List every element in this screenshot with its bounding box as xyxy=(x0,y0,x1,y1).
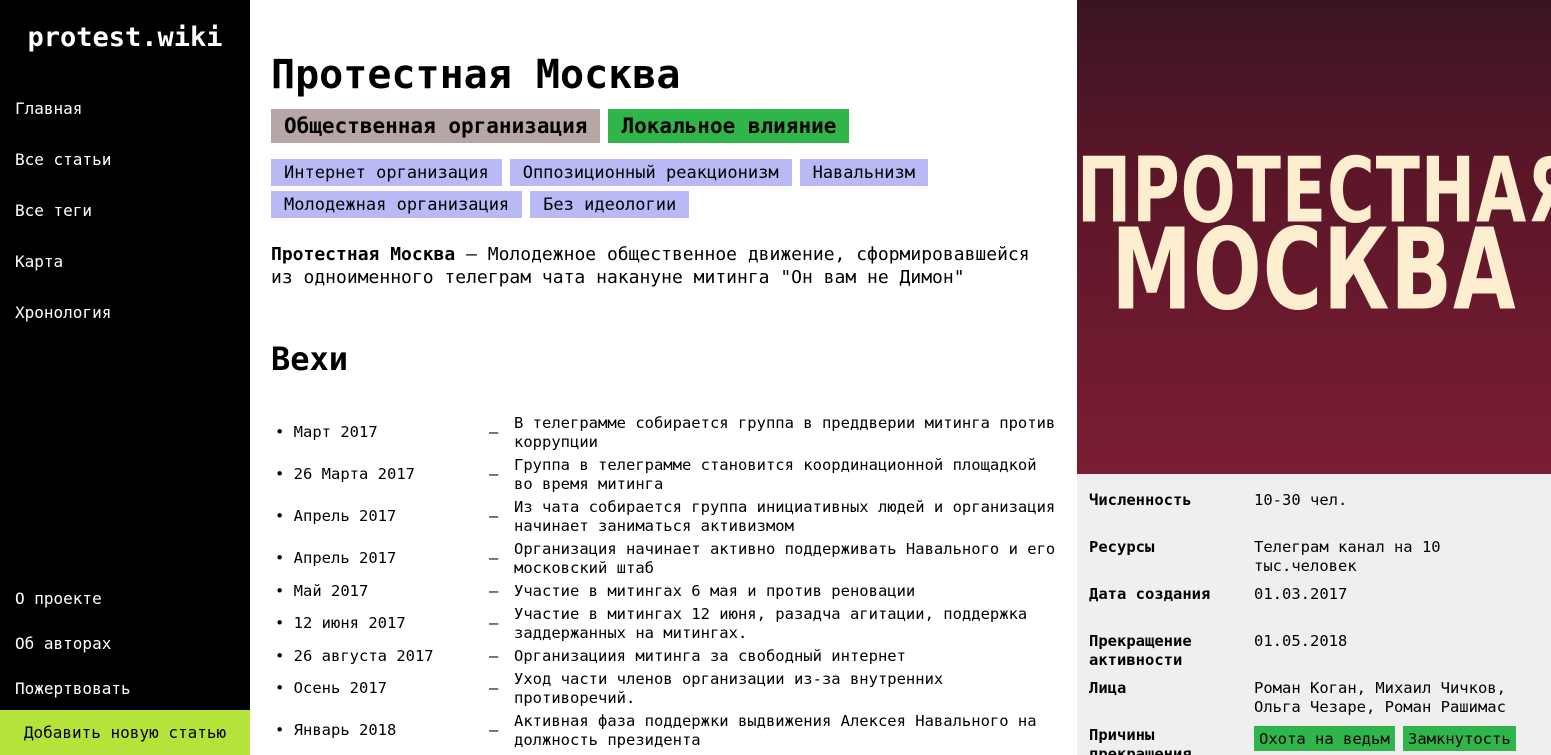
milestone-date: • Апрель 2017 xyxy=(275,549,397,567)
article-main: Протестная Москва Общественная организац… xyxy=(271,0,1061,755)
nav-all-tags[interactable]: Все теги xyxy=(15,201,92,220)
resources-value: Телеграм канал на 10 тыс.человек xyxy=(1254,538,1441,575)
people-label: Лица xyxy=(1089,679,1127,697)
size-label: Численность xyxy=(1089,491,1192,509)
milestone-text: Уход части членов организации из-за внут… xyxy=(514,670,944,707)
milestone-text: Организация начинает активно поддерживат… xyxy=(514,540,1056,577)
scope-badge: Локальное влияние xyxy=(608,109,850,143)
milestone-text: Группа в телеграмме становится координац… xyxy=(514,456,1037,493)
milestone-dash: — xyxy=(489,679,499,697)
people-value: Роман Коган, Михаил Чичков, Ольга Чезаре… xyxy=(1254,679,1506,716)
created-label: Дата создания xyxy=(1089,585,1211,603)
nav-all-articles[interactable]: Все статьи xyxy=(15,150,111,169)
nav-about[interactable]: О проекте xyxy=(15,589,102,608)
milestone-date: • Апрель 2017 xyxy=(275,507,397,525)
reason-tag[interactable]: Замкнутость xyxy=(1403,726,1516,751)
size-value: 10-30 чел. xyxy=(1254,491,1348,509)
nav-donate[interactable]: Пожертвовать xyxy=(15,679,131,698)
reasons-label: Причины прекращения xyxy=(1089,726,1192,755)
milestone-date: • 26 Марта 2017 xyxy=(275,465,415,483)
milestone-text: Из чата собирается группа инициативных л… xyxy=(514,498,1056,535)
milestone-date: • Март 2017 xyxy=(275,423,378,441)
ended-value: 01.05.2018 xyxy=(1254,632,1348,650)
resources-label: Ресурсы xyxy=(1089,538,1155,556)
reason-tag[interactable]: Охота на ведьм xyxy=(1254,726,1395,751)
milestone-text: В телеграмме собирается группа в преддве… xyxy=(514,414,1056,451)
milestone-dash: — xyxy=(489,465,499,483)
milestone-dash: — xyxy=(489,582,499,600)
milestone-date: • 26 августа 2017 xyxy=(275,647,434,665)
badge-row: Общественная организация Локальное влиян… xyxy=(271,109,850,143)
milestone-text: Активная фаза поддержки выдвижения Алекс… xyxy=(514,712,1037,749)
milestone-date: • Январь 2018 xyxy=(275,721,397,739)
created-value: 01.03.2017 xyxy=(1254,585,1348,603)
page-title: Протестная Москва xyxy=(271,52,681,98)
milestone-dash: — xyxy=(489,614,499,632)
milestone-text: Организациия митинга за свободный интерн… xyxy=(514,647,906,665)
milestones-title: Вехи xyxy=(271,340,349,378)
info-panel: ПРОТЕСТНАЯ МОСКВА Численность 10-30 чел.… xyxy=(1077,0,1551,755)
ended-label: Прекращение активности xyxy=(1089,632,1192,669)
tag-item[interactable]: Интернет организация xyxy=(271,159,502,186)
tag-item[interactable]: Оппозиционный реакционизм xyxy=(509,159,792,186)
sidebar: protest.wiki Главная Все статьи Все теги… xyxy=(0,0,250,755)
intro-paragraph: Протестная Москва – Молодежное обществен… xyxy=(271,243,1051,289)
nav-map[interactable]: Карта xyxy=(15,252,63,271)
tag-item[interactable]: Без идеологии xyxy=(530,191,690,218)
nav-home[interactable]: Главная xyxy=(15,99,82,118)
milestone-date: • Осень 2017 xyxy=(275,679,387,697)
tag-item[interactable]: Молодежная организация xyxy=(271,191,523,218)
poster-line-2: МОСКВА xyxy=(1111,204,1517,337)
milestone-dash: — xyxy=(489,549,499,567)
milestone-dash: — xyxy=(489,423,499,441)
organization-poster-image: ПРОТЕСТНАЯ МОСКВА xyxy=(1077,0,1551,474)
milestone-date: • Май 2017 xyxy=(275,582,369,600)
milestone-text: Участие в митингах 6 мая и против ренова… xyxy=(514,582,916,600)
milestone-dash: — xyxy=(489,507,499,525)
type-badge: Общественная организация xyxy=(271,109,601,143)
milestone-date: • 12 июня 2017 xyxy=(275,614,406,632)
site-logo[interactable]: protest.wiki xyxy=(0,22,250,53)
intro-name: Протестная Москва xyxy=(271,244,456,265)
tag-list: Интернет организация Оппозиционный реакц… xyxy=(271,159,1031,218)
add-article-button[interactable]: Добавить новую статью xyxy=(0,710,250,755)
milestone-dash: — xyxy=(489,647,499,665)
tag-item[interactable]: Навальнизм xyxy=(799,159,928,186)
nav-authors[interactable]: Об авторах xyxy=(15,634,111,653)
nav-chronology[interactable]: Хронология xyxy=(15,303,111,322)
milestone-dash: — xyxy=(489,721,499,739)
milestone-text: Участие в митингах 12 июня, разадча агит… xyxy=(514,605,1028,642)
